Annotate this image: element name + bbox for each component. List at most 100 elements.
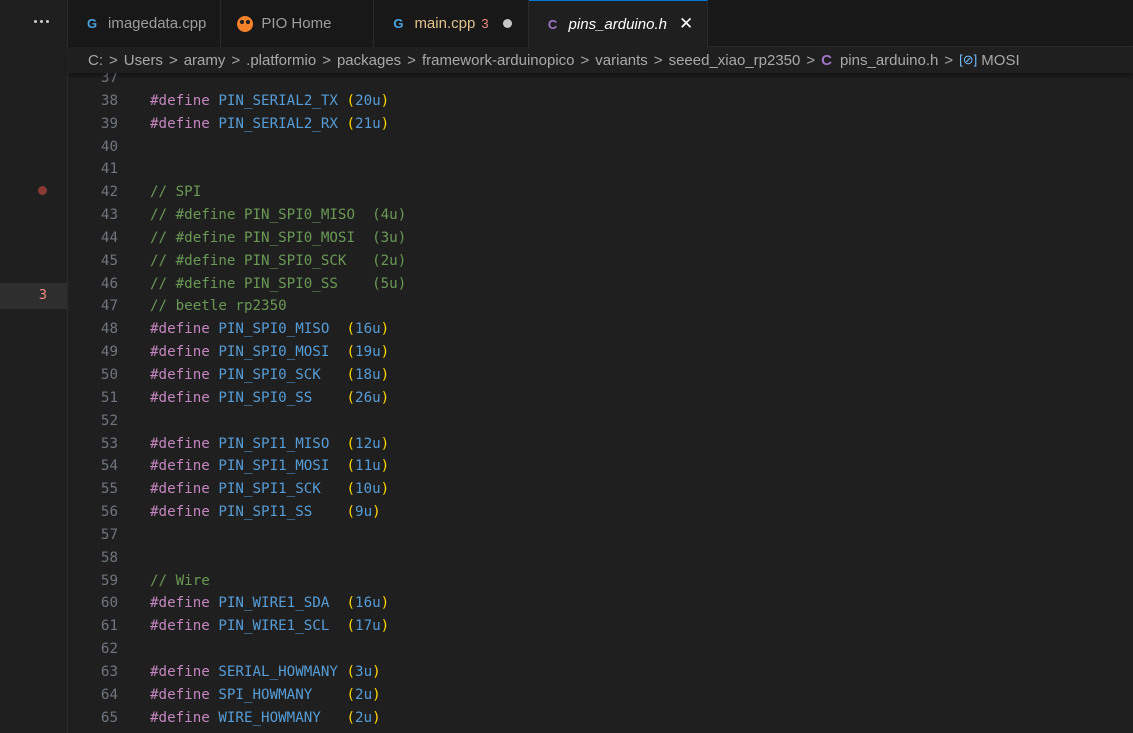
- code-token: PIN_WIRE1_SDA: [218, 595, 330, 612]
- code-token: #define: [150, 321, 210, 338]
- code-line[interactable]: 38 #define PIN_SERIAL2_TX (20u): [68, 90, 1133, 113]
- code-line[interactable]: 41: [68, 158, 1133, 181]
- problem-marker[interactable]: 3: [0, 283, 67, 309]
- c-file-icon: C: [821, 51, 832, 69]
- line-number: 53: [100, 435, 118, 452]
- code-line[interactable]: 59 // Wire: [68, 570, 1133, 593]
- tab-main-cpp[interactable]: G main.cpp 3: [374, 0, 529, 47]
- chevron-right-icon: >: [231, 51, 241, 69]
- code-line[interactable]: 47 // beetle rp2350: [68, 295, 1133, 318]
- breadcrumb-file[interactable]: pins_arduino.h: [840, 52, 938, 69]
- code-token: (: [346, 435, 356, 452]
- line-number: 64: [100, 686, 118, 703]
- code-token: PIN_SPI0_MISO: [218, 321, 330, 338]
- code-line[interactable]: 61 #define PIN_WIRE1_SCL (17u): [68, 615, 1133, 638]
- code-line[interactable]: 65 #define WIRE_HOWMANY (2u): [68, 707, 1133, 730]
- code-token: PIN_WIRE1_SCL: [218, 618, 330, 635]
- code-token: PIN_SPI1_MISO: [218, 435, 330, 452]
- code-line[interactable]: 45 // #define PIN_SPI0_SCK (2u): [68, 250, 1133, 273]
- breadcrumb-item[interactable]: C:: [88, 52, 103, 69]
- breadcrumb-item[interactable]: seeed_xiao_rp2350: [669, 52, 801, 69]
- code-token: ): [372, 686, 381, 703]
- code-line[interactable]: 62: [68, 638, 1133, 661]
- code-text: // #define PIN_SPI0_SCK (2u): [150, 250, 406, 273]
- code-line[interactable]: 39 #define PIN_SERIAL2_RX (21u): [68, 113, 1133, 136]
- code-line[interactable]: 48 #define PIN_SPI0_MISO (16u): [68, 318, 1133, 341]
- code-text: #define WIRE_HOWMANY (2u): [150, 707, 381, 730]
- tab-imagedata-cpp[interactable]: G imagedata.cpp: [68, 0, 222, 47]
- code-token: (: [346, 709, 356, 726]
- code-line[interactable]: 44 // #define PIN_SPI0_MOSI (3u): [68, 227, 1133, 250]
- code-line[interactable]: 49 #define PIN_SPI0_MOSI (19u): [68, 341, 1133, 364]
- code-line[interactable]: 54 #define PIN_SPI1_MOSI (11u): [68, 455, 1133, 478]
- code-token: 12u: [355, 435, 381, 452]
- code-token: // beetle rp2350: [150, 298, 287, 315]
- line-number: 50: [100, 366, 118, 383]
- code-token: (: [346, 115, 356, 132]
- line-number: 59: [100, 572, 118, 589]
- code-line[interactable]: 63 #define SERIAL_HOWMANY (3u): [68, 661, 1133, 684]
- line-number: 60: [100, 595, 118, 612]
- tab-label: PIO Home: [261, 15, 332, 32]
- code-line[interactable]: 46 // #define PIN_SPI0_SS (5u): [68, 273, 1133, 296]
- code-editor[interactable]: 37 38 #define PIN_SERIAL2_TX (20u) 39 #defin…: [68, 73, 1133, 733]
- code-token: (: [346, 618, 356, 635]
- breadcrumb-item[interactable]: variants: [595, 52, 648, 69]
- code-line[interactable]: 52: [68, 410, 1133, 433]
- code-lines: 37 38 #define PIN_SERIAL2_TX (20u) 39 #defin…: [68, 73, 1133, 733]
- code-line[interactable]: 66: [68, 729, 1133, 733]
- code-token: PIN_SPI1_SS: [218, 504, 313, 521]
- code-token: // #define PIN_SPI0_MOSI (3u): [150, 229, 407, 246]
- code-line[interactable]: 42 // SPI: [68, 181, 1133, 204]
- tab-pins-arduino-h[interactable]: C pins_arduino.h ✕: [528, 0, 709, 47]
- code-token: PIN_SPI0_SCK: [218, 366, 321, 383]
- code-text: #define PIN_SERIAL2_TX (20u): [150, 90, 389, 113]
- chevron-right-icon: >: [806, 51, 816, 69]
- code-token: 21u: [355, 115, 381, 132]
- line-number: 55: [100, 481, 118, 498]
- code-token: PIN_SERIAL2_RX: [218, 115, 338, 132]
- breadcrumb-item[interactable]: aramy: [184, 52, 226, 69]
- code-token: #define: [150, 504, 210, 521]
- code-line[interactable]: 50 #define PIN_SPI0_SCK (18u): [68, 364, 1133, 387]
- breadcrumb-symbol[interactable]: MOSI: [981, 52, 1019, 69]
- breadcrumb-item[interactable]: framework-arduinopico: [422, 52, 575, 69]
- tab-pio-home[interactable]: PIO Home: [221, 0, 375, 47]
- code-token: ): [380, 389, 390, 406]
- code-token: (: [346, 321, 356, 338]
- breakpoint-dot-icon[interactable]: [38, 186, 47, 195]
- code-line[interactable]: 57: [68, 524, 1133, 547]
- breadcrumb-item[interactable]: .platformio: [246, 52, 316, 69]
- code-token: 10u: [355, 481, 381, 498]
- code-line[interactable]: 53 #define PIN_SPI1_MISO (12u): [68, 433, 1133, 456]
- code-token: ): [380, 595, 390, 612]
- code-line[interactable]: 56 #define PIN_SPI1_SS (9u): [68, 501, 1133, 524]
- code-line[interactable]: 43 // #define PIN_SPI0_MISO (4u): [68, 204, 1133, 227]
- unsaved-dot-icon[interactable]: [502, 19, 512, 28]
- code-line[interactable]: 58: [68, 547, 1133, 570]
- line-number: 54: [100, 458, 118, 475]
- code-token: ): [380, 321, 390, 338]
- problem-count: 3: [38, 288, 47, 303]
- code-token: #define: [150, 115, 210, 132]
- code-line[interactable]: 60 #define PIN_WIRE1_SDA (16u): [68, 592, 1133, 615]
- code-line[interactable]: 51 #define PIN_SPI0_SS (26u): [68, 387, 1133, 410]
- code-token: 19u: [355, 344, 381, 361]
- more-actions-icon[interactable]: [30, 14, 52, 28]
- symbol-variable-icon: [⊘]: [959, 52, 978, 67]
- code-token: ): [372, 663, 381, 680]
- cpp-file-icon: G: [393, 16, 404, 31]
- breadcrumb-item[interactable]: Users: [124, 52, 163, 69]
- code-line[interactable]: 37: [68, 73, 1133, 90]
- breadcrumb-item[interactable]: packages: [337, 52, 401, 69]
- code-token: 26u: [355, 389, 381, 406]
- code-line[interactable]: 55 #define PIN_SPI1_SCK (10u): [68, 478, 1133, 501]
- line-number: 47: [100, 298, 118, 315]
- code-line[interactable]: 40: [68, 136, 1133, 159]
- close-tab-icon[interactable]: ✕: [679, 14, 693, 34]
- code-line[interactable]: 64 #define SPI_HOWMANY (2u): [68, 684, 1133, 707]
- code-token: (: [346, 366, 356, 383]
